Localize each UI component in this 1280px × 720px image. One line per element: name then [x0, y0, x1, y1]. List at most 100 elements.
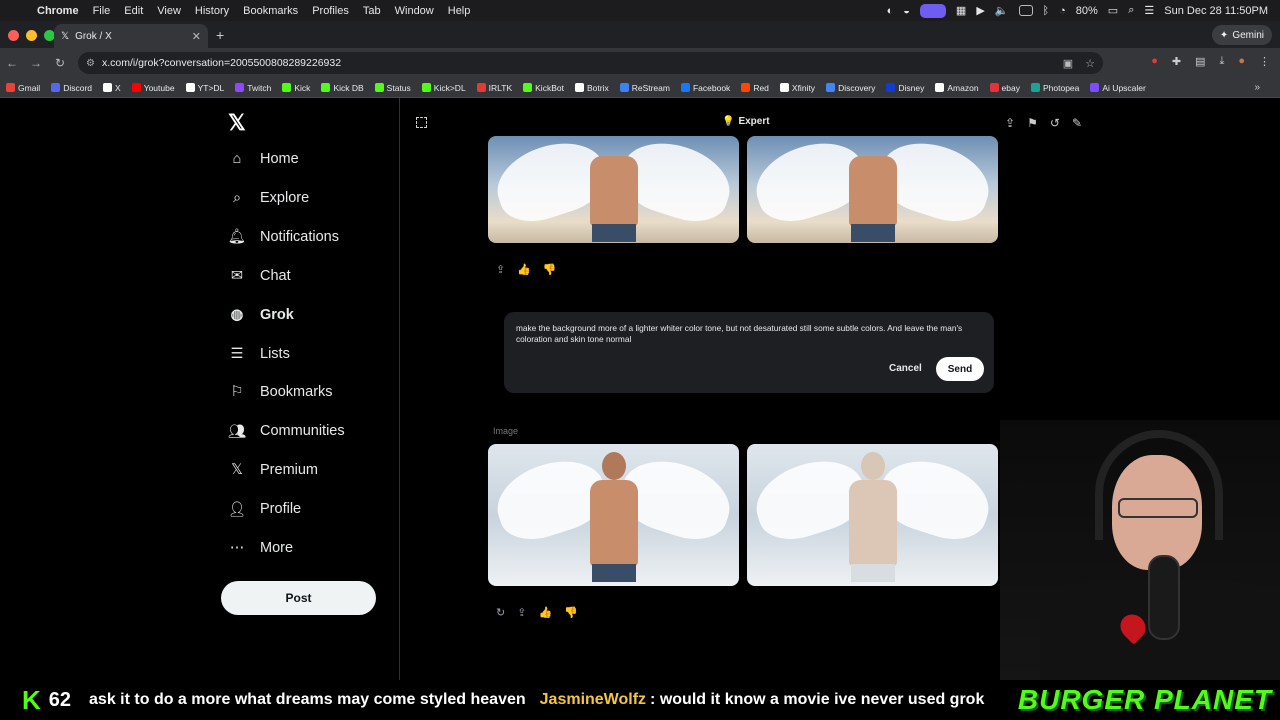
bookmark-item[interactable]: ReStream — [619, 83, 670, 93]
sidebar-item-notifications[interactable]: 🔔︎ Notifications — [228, 228, 339, 246]
menu-datetime[interactable]: Sun Dec 28 11:50PM — [1164, 5, 1268, 17]
bookmark-item[interactable]: Gmail — [6, 83, 40, 93]
bookmark-item[interactable]: Kick DB — [321, 83, 364, 93]
bookmark-item[interactable]: Youtube — [131, 83, 175, 93]
bookmark-item[interactable]: X — [103, 83, 121, 93]
bookmark-item[interactable]: Botrix — [574, 83, 609, 93]
bookmark-item[interactable]: Status — [374, 83, 411, 93]
sidebar-item-lists[interactable]: ☰ Lists — [228, 345, 290, 363]
x-logo-icon[interactable]: 𝕏 — [228, 110, 246, 136]
bookmark-item[interactable]: Discovery — [826, 83, 875, 93]
sidebar-item-grok[interactable]: ◍ Grok — [228, 306, 294, 324]
expand-icon[interactable] — [416, 117, 427, 128]
gemini-button[interactable]: ✦ Gemini — [1211, 25, 1272, 45]
close-tab-icon[interactable]: ✕ — [192, 30, 201, 43]
bookmark-item[interactable]: Facebook — [680, 83, 730, 93]
bookmark-item[interactable]: Kick>DL — [421, 83, 466, 93]
sidebar-item-bookmarks[interactable]: ⚐ Bookmarks — [228, 383, 333, 401]
control-icon[interactable]: ◒ — [903, 5, 910, 17]
thumbs-up-icon[interactable]: 👍 — [517, 263, 531, 276]
menu-file[interactable]: File — [86, 5, 118, 17]
mode-selector[interactable]: 💡 Expert — [722, 116, 770, 127]
volume-icon[interactable]: 🔈 — [995, 4, 1009, 17]
back-icon[interactable]: ← — [0, 56, 24, 70]
regenerate-icon[interactable]: ↻ — [496, 606, 505, 619]
menu-bookmarks[interactable]: Bookmarks — [236, 5, 305, 17]
new-tab-icon[interactable]: + — [216, 27, 224, 43]
browser-tab[interactable]: 𝕏 Grok / X ✕ — [54, 24, 208, 48]
more-bookmarks-icon[interactable]: » — [1254, 82, 1260, 93]
extensions-icon[interactable]: ✚ — [1172, 55, 1181, 68]
generated-image-1[interactable] — [488, 136, 739, 243]
bookmark-item[interactable]: ebay — [989, 83, 1020, 93]
bookmark-item[interactable]: Red — [741, 83, 769, 93]
bookmark-item[interactable]: Twitch — [235, 83, 271, 93]
bookmark-item[interactable]: Ai Upscaler — [1090, 83, 1146, 93]
generated-image-3[interactable] — [488, 444, 739, 586]
bookmark-item[interactable]: Amazon — [935, 83, 979, 93]
forward-icon[interactable]: → — [24, 56, 48, 70]
sidebar-item-chat[interactable]: ✉ Chat — [228, 267, 291, 285]
thumbs-down-icon[interactable]: 👎 — [564, 606, 578, 619]
send-button[interactable]: Send — [936, 357, 984, 381]
bookmark-item[interactable]: YT>DL — [185, 83, 224, 93]
control-center-icon[interactable]: ☰ — [1144, 4, 1154, 17]
thumbs-up-icon[interactable]: 👍 — [538, 606, 552, 619]
site-settings-icon[interactable]: ⚙ — [86, 58, 95, 69]
wifi-icon[interactable]: ◔ — [1059, 5, 1066, 17]
screen-record-icon[interactable] — [919, 3, 946, 18]
bookmark-item[interactable]: Xfinity — [779, 83, 815, 93]
sidepanel-icon[interactable]: ▤ — [1195, 55, 1205, 68]
bookmark-item[interactable]: Disney — [886, 83, 924, 93]
bookmark-item[interactable]: Discord — [51, 83, 92, 93]
edit-prompt-input[interactable]: make the background more of a lighter wh… — [516, 323, 980, 345]
post-button[interactable]: Post — [221, 581, 376, 615]
star-icon[interactable]: ☆ — [1085, 57, 1095, 70]
play-icon[interactable]: ▶ — [976, 4, 984, 17]
menu-history[interactable]: History — [188, 5, 236, 17]
battery-icon[interactable]: ▭ — [1108, 4, 1118, 17]
sidebar-item-communities[interactable]: 👥︎ Communities — [228, 422, 345, 440]
grid-icon[interactable]: ▦ — [956, 4, 966, 17]
sidebar-item-premium[interactable]: 𝕏 Premium — [228, 461, 318, 479]
close-window-button[interactable] — [8, 30, 19, 41]
download-icon[interactable]: ⤓ — [1219, 55, 1224, 68]
sidebar-item-more[interactable]: ⋯ More — [228, 539, 293, 557]
install-app-icon[interactable]: ▣ — [1063, 57, 1073, 70]
cancel-button[interactable]: Cancel — [889, 363, 922, 374]
bookmark-icon[interactable]: ⚑ — [1027, 116, 1038, 130]
menu-app-name[interactable]: Chrome — [30, 5, 86, 17]
menu-profiles[interactable]: Profiles — [305, 5, 356, 17]
spotlight-icon[interactable]: ⌕ — [1128, 4, 1134, 17]
bookmark-item[interactable]: IRLTK — [476, 83, 512, 93]
sidebar-item-explore[interactable]: ⌕ Explore — [228, 189, 309, 207]
menu-window[interactable]: Window — [388, 5, 441, 17]
bookmark-item[interactable]: KickBot — [523, 83, 564, 93]
bluetooth-icon[interactable]: ᛒ — [1043, 5, 1050, 17]
thumbs-down-icon[interactable]: 👎 — [543, 263, 557, 276]
bookmark-item[interactable]: Photopea — [1030, 83, 1079, 93]
menu-kebab-icon[interactable]: ⋮ — [1259, 55, 1270, 68]
history-icon[interactable]: ↺ — [1050, 116, 1060, 130]
generated-image-2[interactable] — [747, 136, 998, 243]
extension-red-icon[interactable]: ● — [1151, 55, 1158, 68]
bookmark-item[interactable]: Kick — [282, 83, 310, 93]
generated-image-4[interactable] — [747, 444, 998, 586]
gemini-label: Gemini — [1232, 29, 1264, 41]
sidebar-item-home[interactable]: ⌂ Home — [228, 150, 299, 168]
clock-icon[interactable]: ◐ — [887, 5, 894, 17]
display-icon[interactable] — [1018, 5, 1033, 16]
sidebar-item-profile[interactable]: 👤︎ Profile — [228, 500, 301, 518]
address-bar[interactable]: ⚙ x.com/i/grok?conversation=200550080828… — [78, 52, 1103, 74]
reload-icon[interactable]: ↻ — [48, 56, 72, 70]
share-icon[interactable]: ⇪ — [517, 606, 526, 619]
minimize-window-button[interactable] — [26, 30, 37, 41]
share-icon[interactable]: ⇪ — [1005, 116, 1015, 130]
menu-edit[interactable]: Edit — [117, 5, 150, 17]
share-icon[interactable]: ⇪ — [496, 263, 505, 276]
menu-tab[interactable]: Tab — [356, 5, 388, 17]
menu-help[interactable]: Help — [441, 5, 478, 17]
menu-view[interactable]: View — [150, 5, 188, 17]
new-chat-icon[interactable]: ✎ — [1072, 116, 1082, 130]
avatar[interactable]: ● — [1238, 55, 1245, 68]
